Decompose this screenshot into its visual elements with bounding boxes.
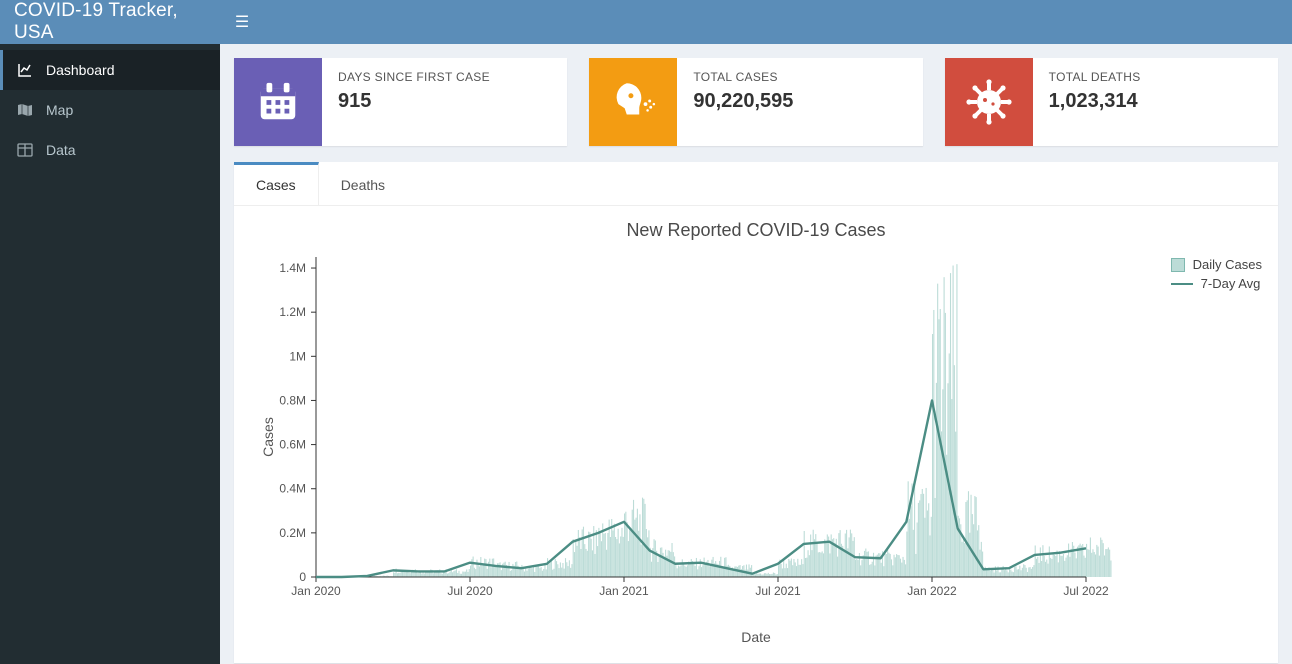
card-label: TOTAL CASES xyxy=(693,70,793,84)
sidebar: Dashboard Map Data xyxy=(0,44,220,664)
legend-label: Daily Cases xyxy=(1193,257,1262,272)
sidebar-item-dashboard[interactable]: Dashboard xyxy=(0,50,220,90)
svg-text:Jul 2020: Jul 2020 xyxy=(447,584,493,598)
calendar-icon xyxy=(234,58,322,146)
app-title: COVID-19 Tracker, USA xyxy=(0,0,220,44)
tab-deaths[interactable]: Deaths xyxy=(319,162,407,205)
svg-text:Jan 2021: Jan 2021 xyxy=(599,584,649,598)
svg-text:Jan 2022: Jan 2022 xyxy=(907,584,957,598)
hamburger-icon: ☰ xyxy=(235,12,249,32)
sidebar-item-label: Data xyxy=(46,142,76,158)
chart-panel: Cases Deaths New Reported COVID-19 Cases… xyxy=(234,162,1278,663)
sidebar-item-map[interactable]: Map xyxy=(0,90,220,130)
svg-text:0.8M: 0.8M xyxy=(279,393,306,407)
y-axis-label: Cases xyxy=(260,417,276,457)
svg-text:1.4M: 1.4M xyxy=(279,261,306,275)
menu-toggle-button[interactable]: ☰ xyxy=(220,0,264,44)
svg-text:Jul 2022: Jul 2022 xyxy=(1063,584,1109,598)
card-label: DAYS SINCE FIRST CASE xyxy=(338,70,490,84)
chart-line-icon xyxy=(16,62,34,78)
virus-icon xyxy=(945,58,1033,146)
card-value: 90,220,595 xyxy=(693,90,793,113)
cough-icon xyxy=(589,58,677,146)
svg-text:Jan 2020: Jan 2020 xyxy=(291,584,341,598)
table-icon xyxy=(16,142,34,158)
sidebar-item-data[interactable]: Data xyxy=(0,130,220,170)
svg-text:1M: 1M xyxy=(289,349,306,363)
x-axis-label: Date xyxy=(246,629,1266,645)
card-label: TOTAL DEATHS xyxy=(1049,70,1141,84)
chart-plot: Cases 0 0.2M 0.4M 0.6M 0.8M 1M 1.2M 1.4M Jan 202… xyxy=(246,247,1266,627)
card-total-deaths: TOTAL DEATHS 1,023,314 xyxy=(945,58,1278,146)
chart-legend: Daily Cases 7-Day Avg xyxy=(1171,257,1262,295)
svg-text:0.6M: 0.6M xyxy=(279,438,306,452)
card-total-cases: TOTAL CASES 90,220,595 xyxy=(589,58,922,146)
card-value: 915 xyxy=(338,90,490,113)
tab-cases[interactable]: Cases xyxy=(234,162,319,205)
svg-text:1.2M: 1.2M xyxy=(279,305,306,319)
map-icon xyxy=(16,102,34,118)
chart-title: New Reported COVID-19 Cases xyxy=(246,220,1266,241)
legend-swatch-bar xyxy=(1171,258,1185,272)
card-days-since-first: DAYS SINCE FIRST CASE 915 xyxy=(234,58,567,146)
svg-text:0.4M: 0.4M xyxy=(279,482,306,496)
sidebar-item-label: Dashboard xyxy=(46,62,115,78)
card-value: 1,023,314 xyxy=(1049,90,1141,113)
legend-label: 7-Day Avg xyxy=(1201,276,1261,291)
svg-text:0: 0 xyxy=(299,570,306,584)
svg-text:Jul 2021: Jul 2021 xyxy=(755,584,801,598)
svg-text:0.2M: 0.2M xyxy=(279,526,306,540)
sidebar-item-label: Map xyxy=(46,102,73,118)
legend-swatch-line xyxy=(1171,283,1193,285)
